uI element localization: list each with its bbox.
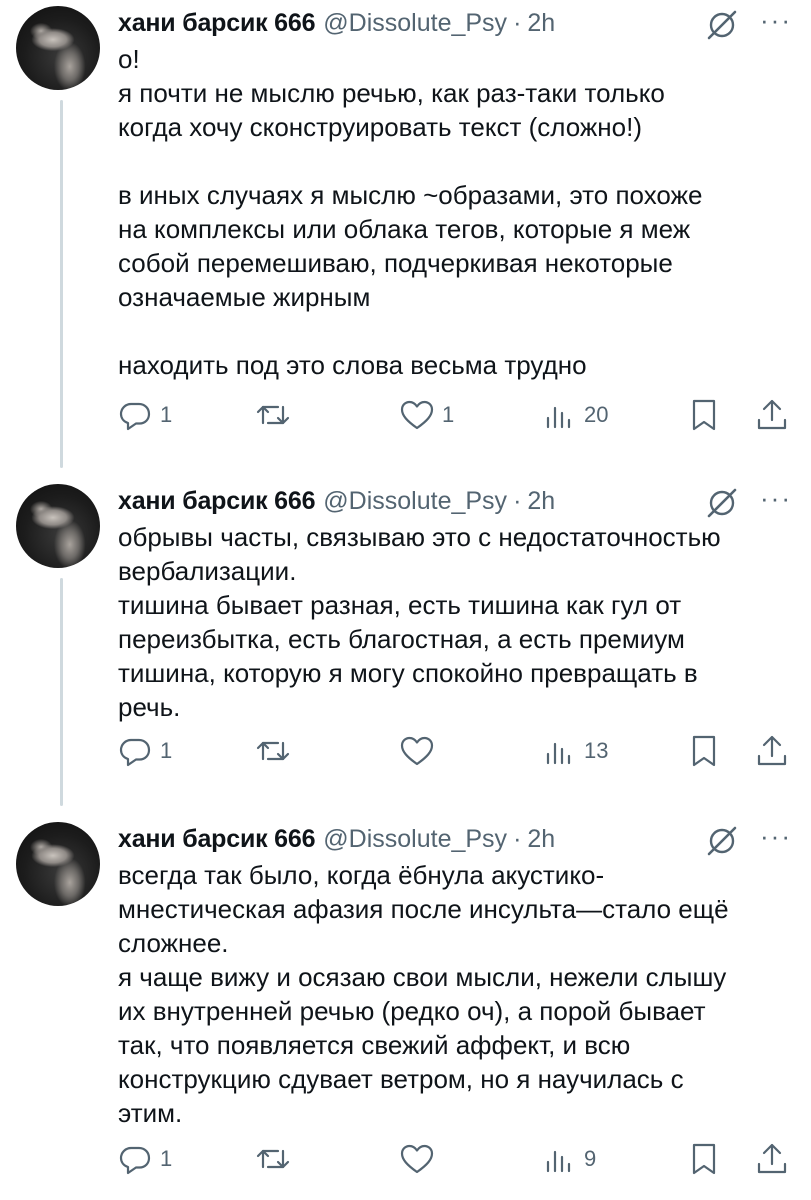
more-icon[interactable]: ···	[760, 485, 794, 516]
action-bar: 1 1 20	[0, 396, 811, 436]
views-button[interactable]: 9	[540, 1140, 596, 1178]
action-bar: 1 13	[0, 732, 811, 772]
like-button[interactable]	[398, 1140, 442, 1178]
view-count: 20	[584, 402, 609, 427]
tweet-header: хани барсик 666 @Dissolute_Psy · 2h	[118, 484, 555, 518]
views-icon	[546, 742, 571, 765]
views-button[interactable]: 20	[540, 396, 608, 434]
author-name[interactable]: хани барсик 666	[118, 487, 315, 516]
bookmark-icon	[692, 735, 716, 767]
reply-count: 1	[160, 402, 173, 427]
bookmark-button[interactable]	[685, 732, 723, 770]
separator-dot: ·	[513, 824, 522, 853]
reply-icon	[119, 402, 151, 431]
tweet[interactable]: хани барсик 666 @Dissolute_Psy · 2h ··· …	[0, 0, 811, 460]
reply-button[interactable]: 1	[116, 1140, 172, 1178]
reply-button[interactable]: 1	[116, 396, 172, 434]
tweet[interactable]: хани барсик 666 @Dissolute_Psy · 2h ··· …	[0, 816, 811, 1200]
repost-button[interactable]	[254, 732, 298, 770]
bookmark-icon	[692, 399, 716, 431]
like-icon	[400, 400, 434, 430]
reply-icon	[119, 1146, 151, 1175]
timestamp[interactable]: 2h	[527, 487, 555, 516]
share-icon	[757, 735, 787, 766]
bookmark-icon	[692, 1143, 716, 1175]
avatar[interactable]	[16, 822, 100, 906]
like-icon	[400, 1144, 434, 1174]
like-count: 1	[442, 402, 455, 427]
timestamp[interactable]: 2h	[527, 825, 555, 854]
like-button[interactable]: 1	[398, 396, 454, 434]
tweet-header: хани барсик 666 @Dissolute_Psy · 2h	[118, 6, 555, 40]
tweet-header: хани барсик 666 @Dissolute_Psy · 2h	[118, 822, 555, 856]
avatar[interactable]	[16, 484, 100, 568]
share-icon	[757, 399, 787, 430]
reply-button[interactable]: 1	[116, 732, 172, 770]
grok-icon[interactable]	[703, 822, 741, 860]
views-icon	[546, 406, 571, 429]
view-count: 9	[584, 1146, 597, 1171]
bookmark-button[interactable]	[685, 1140, 723, 1178]
views-icon	[546, 1150, 571, 1173]
avatar[interactable]	[16, 6, 100, 90]
view-count: 13	[584, 738, 609, 763]
author-name[interactable]: хани барсик 666	[118, 825, 315, 854]
repost-icon	[256, 1149, 290, 1169]
separator-dot: ·	[513, 486, 522, 515]
repost-button[interactable]	[254, 1140, 298, 1178]
reply-count: 1	[160, 738, 173, 763]
tweet-text: обрывы часты, связываю это с недостаточн…	[118, 522, 721, 722]
share-button[interactable]	[753, 396, 791, 434]
timestamp[interactable]: 2h	[527, 9, 555, 38]
share-button[interactable]	[753, 732, 791, 770]
share-button[interactable]	[753, 1140, 791, 1178]
separator-dot: ·	[513, 8, 522, 37]
tweet-text: всегда так было, когда ёбнула акустико- …	[118, 860, 729, 1128]
author-handle[interactable]: @Dissolute_Psy	[323, 9, 507, 38]
action-bar: 1 9	[0, 1140, 811, 1180]
repost-icon	[256, 741, 290, 761]
author-handle[interactable]: @Dissolute_Psy	[323, 825, 507, 854]
more-icon[interactable]: ···	[760, 823, 794, 854]
grok-icon[interactable]	[703, 6, 741, 44]
author-handle[interactable]: @Dissolute_Psy	[323, 487, 507, 516]
grok-icon[interactable]	[703, 484, 741, 522]
tweet-text: о! я почти не мыслю речью, как раз-таки …	[118, 44, 703, 380]
repost-icon	[256, 405, 290, 425]
repost-button[interactable]	[254, 396, 298, 434]
author-name[interactable]: хани барсик 666	[118, 9, 315, 38]
share-icon	[757, 1143, 787, 1174]
like-button[interactable]	[398, 732, 442, 770]
more-icon[interactable]: ···	[760, 7, 794, 38]
reply-icon	[119, 738, 151, 767]
bookmark-button[interactable]	[685, 396, 723, 434]
tweet[interactable]: хани барсик 666 @Dissolute_Psy · 2h ··· …	[0, 478, 811, 798]
reply-count: 1	[160, 1146, 173, 1171]
like-icon	[400, 736, 434, 766]
views-button[interactable]: 13	[540, 732, 608, 770]
